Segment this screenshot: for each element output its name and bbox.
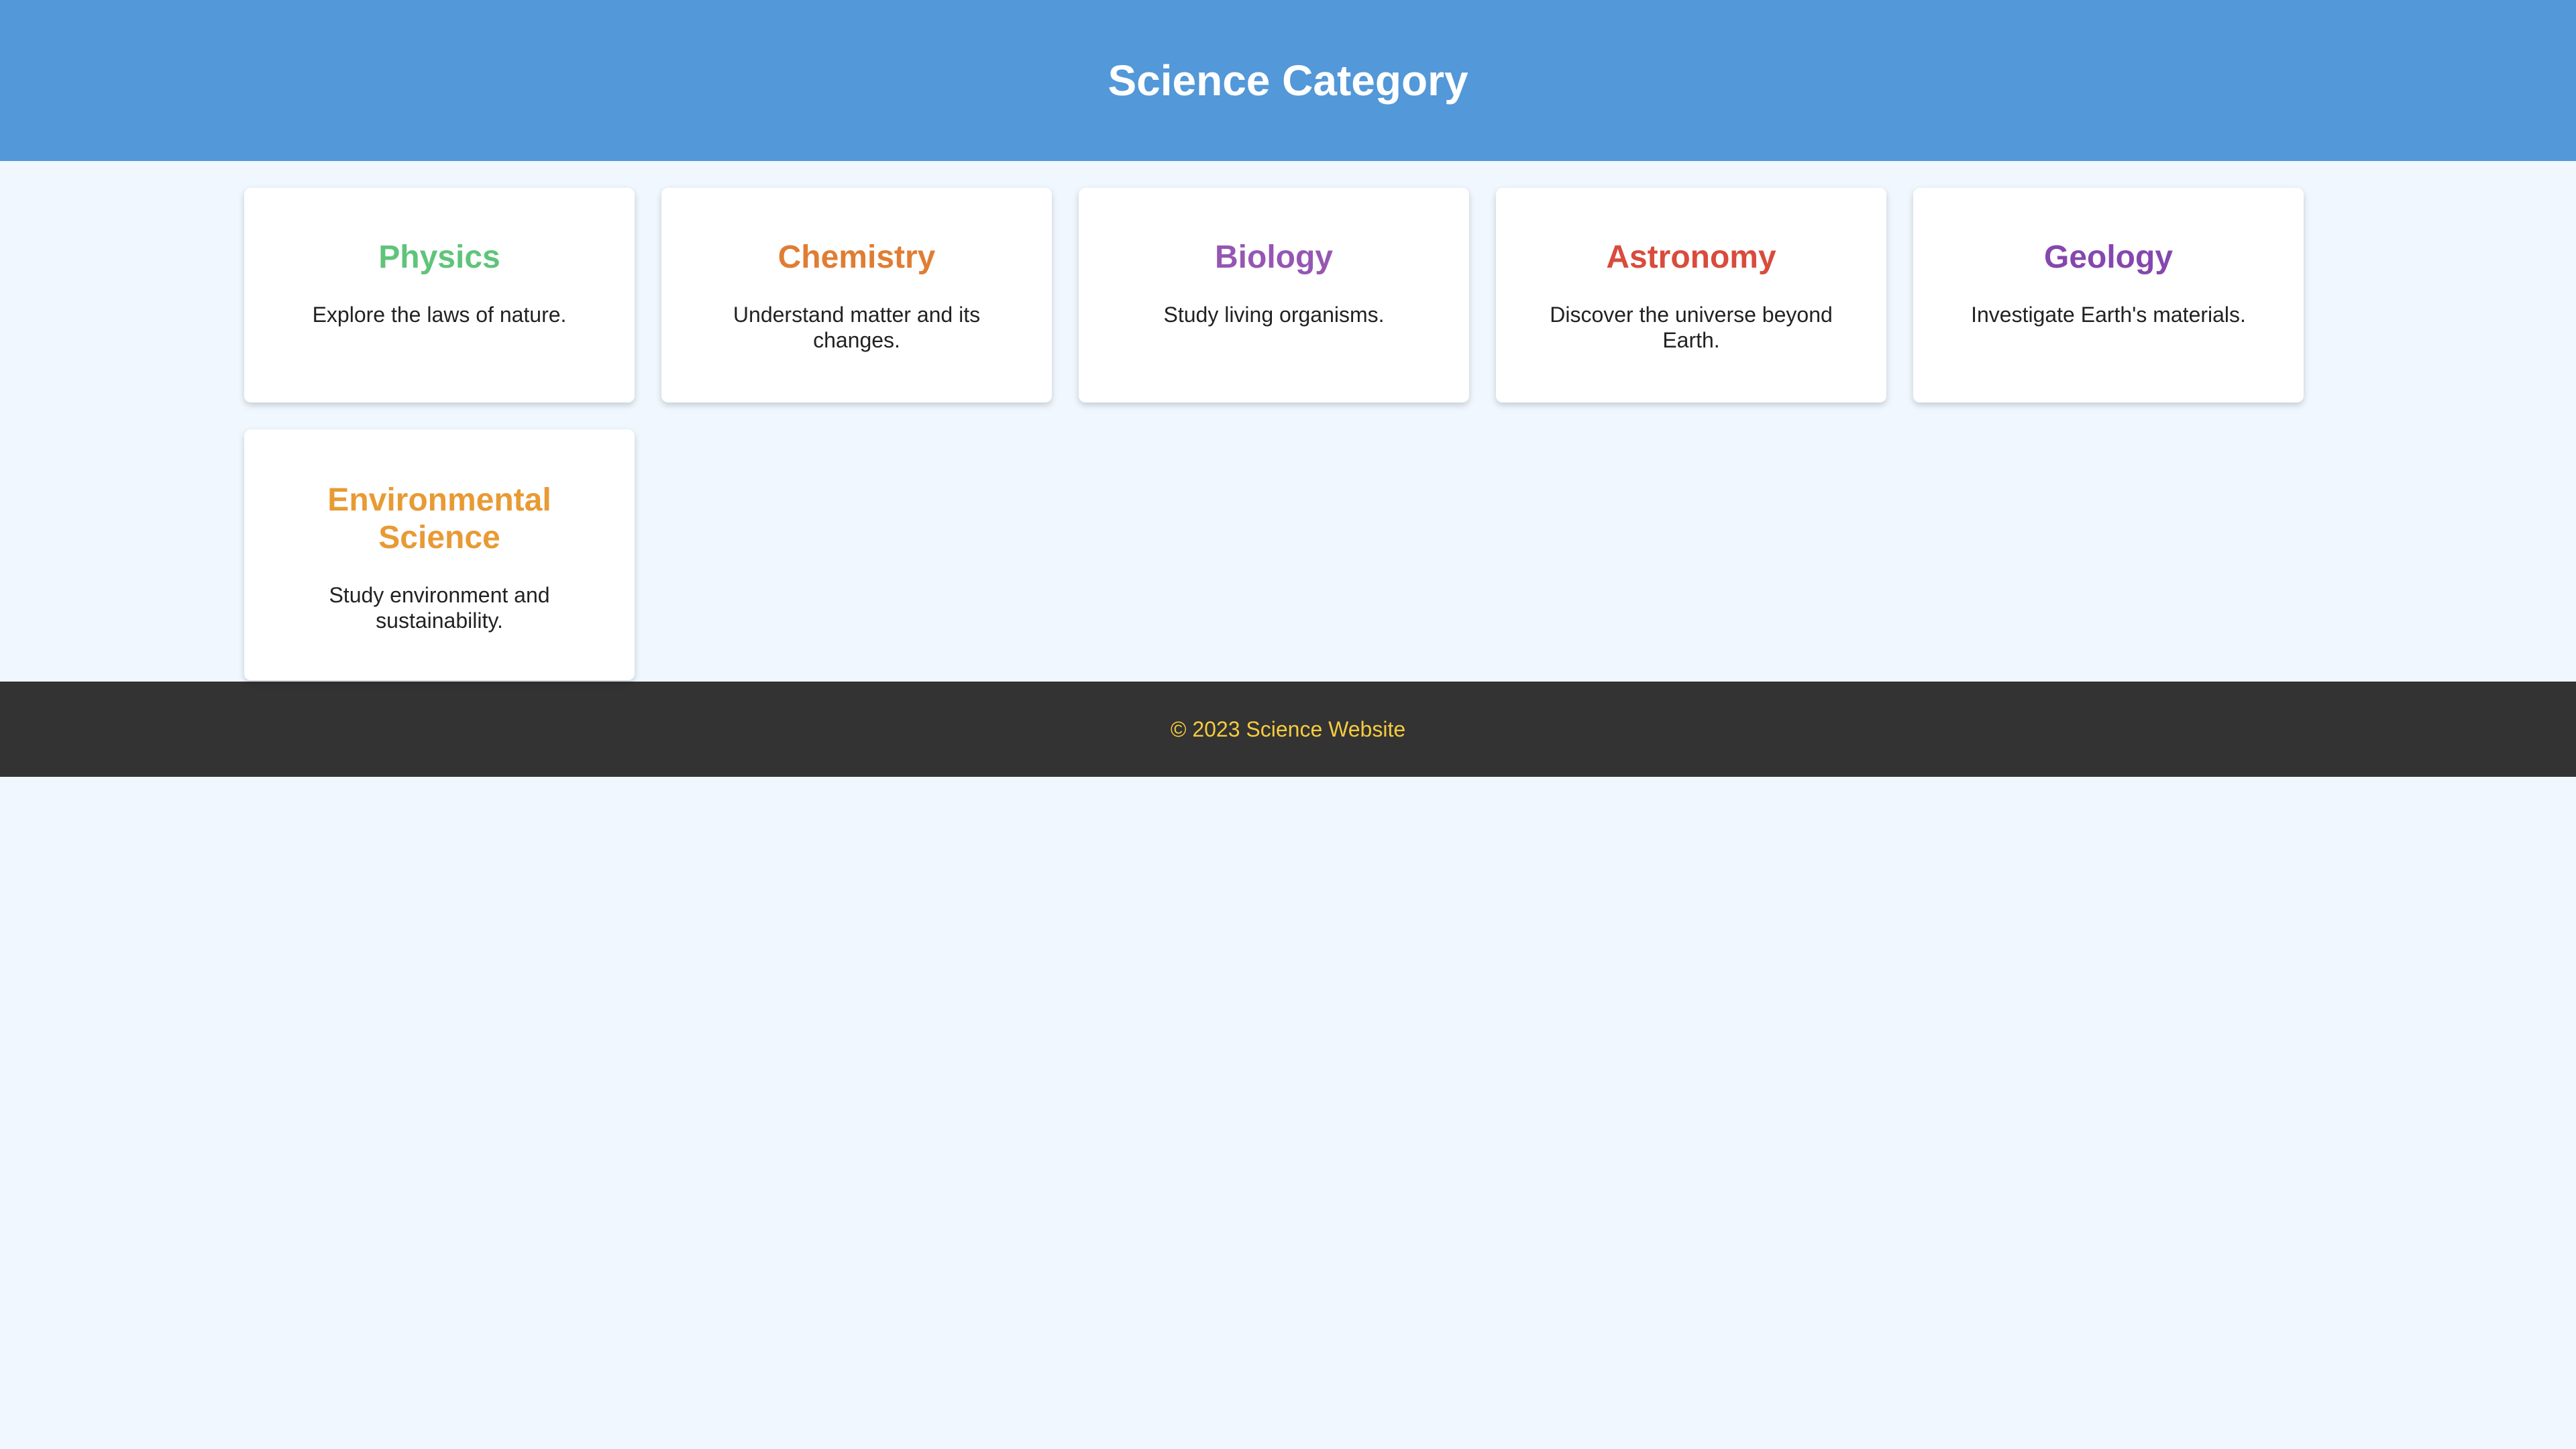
category-title: Biology (1215, 239, 1333, 275)
category-title: Physics (378, 239, 500, 275)
category-title: Environmental Science (327, 482, 551, 555)
footer-copyright: © 2023 Science Website (1170, 716, 1406, 741)
category-description: Discover the universe beyond Earth. (1550, 303, 1833, 352)
category-description: Understand matter and its changes. (733, 303, 981, 352)
page-title: Science Category (1108, 56, 1468, 105)
category-card-biology[interactable]: Biology Study living organisms. (1079, 188, 1469, 402)
site-footer: © 2023 Science Website (0, 682, 2576, 777)
category-description: Explore the laws of nature. (312, 303, 567, 327)
category-card-environmental-science[interactable]: Environmental Science Study environment … (244, 429, 635, 680)
category-description: Study living organisms. (1163, 303, 1385, 327)
category-description: Investigate Earth's materials. (1971, 303, 2246, 327)
category-card-chemistry[interactable]: Chemistry Understand matter and its chan… (661, 188, 1052, 402)
category-title: Chemistry (777, 239, 936, 275)
category-grid: Physics Explore the laws of nature. Chem… (244, 188, 2332, 682)
category-card-geology[interactable]: Geology Investigate Earth's materials. (1913, 188, 2304, 402)
category-description: Study environment and sustainability. (329, 583, 550, 633)
category-card-astronomy[interactable]: Astronomy Discover the universe beyond E… (1496, 188, 1886, 402)
category-title: Geology (2043, 239, 2174, 275)
category-card-physics[interactable]: Physics Explore the laws of nature. (244, 188, 635, 402)
category-title: Astronomy (1606, 239, 1776, 275)
site-header: Science Category (0, 0, 2576, 161)
